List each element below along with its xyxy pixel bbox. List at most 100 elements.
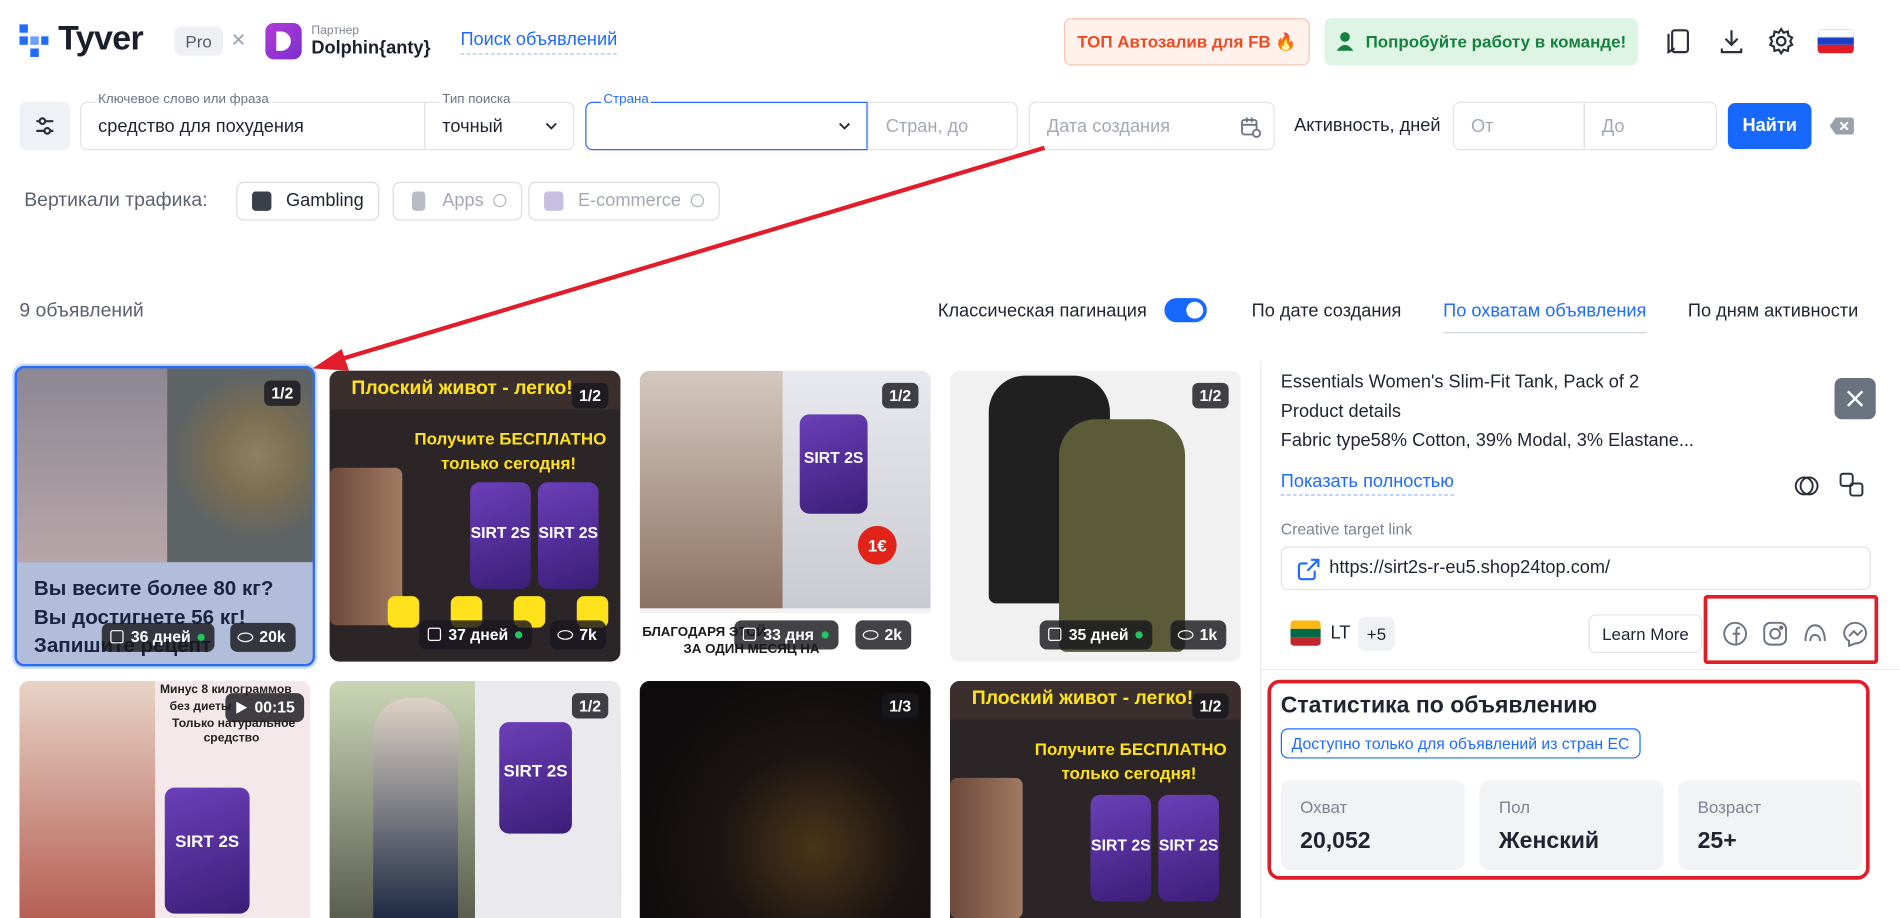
promo-fb-button[interactable]: ТОП Автозалив для FB 🔥 <box>1063 18 1310 66</box>
show-full-link[interactable]: Показать полностью <box>1280 471 1454 496</box>
ad-headline: Получите БЕСПЛАТНО <box>414 428 607 449</box>
product-can: SIRT 2S <box>799 414 868 514</box>
vertical-chip-gambling[interactable]: Gambling <box>236 181 380 221</box>
days-value: 37 дней <box>448 625 509 644</box>
views-badge: 1k <box>1170 620 1227 650</box>
logo-text[interactable]: Tyver <box>58 19 144 58</box>
chevron-down-icon <box>839 122 851 130</box>
vertical-chip-ecommerce[interactable]: E-commerce <box>528 181 720 221</box>
settings-icon[interactable] <box>1765 25 1797 57</box>
slide-ratio-badge: 1/2 <box>571 382 609 409</box>
try-team-button[interactable]: Попробуйте работу в команде! <box>1324 18 1639 66</box>
ad-card[interactable]: 1/2 35 дней 1k <box>949 370 1241 662</box>
keyword-value: средство для похудения <box>98 116 304 137</box>
bookmark-icon[interactable] <box>1664 25 1696 57</box>
search-type-value: точный <box>442 116 503 137</box>
pagination-label: Классическая пагинация <box>937 300 1147 322</box>
clear-filters-icon[interactable] <box>1828 114 1855 138</box>
filters-toggle-button[interactable] <box>19 101 71 151</box>
shopping-bag-icon <box>544 191 564 211</box>
video-duration-badge: 00:15 <box>225 693 305 723</box>
more-countries-badge[interactable]: +5 <box>1358 616 1395 651</box>
sort-by-reach[interactable]: По охватам объявления <box>1443 301 1646 322</box>
active-sort-underline <box>1443 332 1647 334</box>
views-value: 7k <box>579 625 597 644</box>
ad-subtitle: Product details <box>1280 401 1402 422</box>
ad-card[interactable]: 1/3 <box>639 680 931 918</box>
search-type-label: Тип поиска <box>439 92 513 107</box>
days-value: 35 дней <box>1068 625 1129 644</box>
sort-by-activity[interactable]: По дням активности <box>1688 301 1858 322</box>
active-days-badge: 33 дня <box>734 620 839 650</box>
ad-image-woman <box>19 680 156 918</box>
ad-card[interactable]: Плоский живот - легко! Получите БЕСПЛАТН… <box>329 370 621 662</box>
slide-ratio-badge: 1/2 <box>571 693 609 719</box>
views-badge: 20k <box>230 622 296 652</box>
ad-card[interactable]: SIRT 2S 1/2 <box>329 680 621 918</box>
download-icon[interactable] <box>1716 25 1748 57</box>
tyver-logo-icon <box>19 24 49 57</box>
views-badge: 2k <box>855 620 912 650</box>
ad-image-photo <box>16 368 168 563</box>
product-box: SIRT 2S <box>164 787 250 914</box>
country-code: LT <box>1330 622 1351 644</box>
translate-icon[interactable] <box>1838 471 1865 498</box>
close-panel-button[interactable] <box>1834 378 1876 420</box>
active-days-badge: 36 дней <box>101 622 215 652</box>
ad-headline: Плоский живот - легко! <box>971 688 1194 709</box>
phone-icon <box>411 191 426 211</box>
nav-search-ads[interactable]: Поиск объявлений <box>460 29 618 55</box>
eye-icon <box>557 630 574 640</box>
calendar-icon <box>427 627 442 641</box>
days-value: 36 дней <box>130 627 191 646</box>
copy-icon[interactable] <box>1793 473 1820 500</box>
activity-from-field[interactable]: От <box>1452 101 1585 151</box>
search-type-select[interactable]: Тип поиска точный <box>424 92 575 151</box>
country-select[interactable]: Страна <box>585 92 868 151</box>
creation-date-field[interactable]: Дата создания <box>1028 101 1275 151</box>
target-link-label: Creative target link <box>1280 519 1413 538</box>
active-days-badge: 35 дней <box>1039 620 1153 650</box>
stat-gender: Пол Женский <box>1479 780 1664 871</box>
calendar-icon <box>1241 117 1262 138</box>
language-flag-ru[interactable] <box>1817 29 1854 54</box>
find-button[interactable]: Найти <box>1727 102 1812 150</box>
panel-divider <box>1260 668 1900 671</box>
team-button-label: Попробуйте работу в команде! <box>1365 31 1627 51</box>
product-can: SIRT 2S <box>537 482 599 589</box>
activity-to-placeholder: До <box>1601 116 1625 137</box>
views-value: 1k <box>1199 625 1218 644</box>
ad-image-body <box>949 777 1023 918</box>
eu-only-badge: Доступно только для объявлений из стран … <box>1280 728 1641 759</box>
ad-card[interactable]: Минус 8 килограммов без диеты Только нат… <box>19 680 311 918</box>
keyword-field[interactable]: Ключевое слово или фраза средство для пох… <box>79 92 426 151</box>
partner-name[interactable]: Dolphin{anty} <box>311 38 430 59</box>
active-dot <box>1135 631 1144 639</box>
app-root: Tyver Pro × Партнер Dolphin{anty} Поиск … <box>0 0 1900 918</box>
ad-image-person <box>639 370 783 609</box>
slot-machine-icon <box>252 191 272 211</box>
chip-label: E-commerce <box>577 190 681 211</box>
stat-label: Возраст <box>1697 797 1762 817</box>
partner-caption: Партнер <box>311 24 360 38</box>
results-count: 9 объявлений <box>19 300 144 322</box>
stat-value: Женский <box>1498 828 1600 855</box>
countries-to-field[interactable]: Стран, до <box>867 101 1018 151</box>
product-can: SIRT 2S <box>499 722 572 834</box>
vertical-chip-apps[interactable]: Apps <box>392 181 523 221</box>
ad-card[interactable]: Плоский живот - легко! Получите БЕСПЛАТН… <box>949 680 1241 918</box>
sort-by-date[interactable]: По дате создания <box>1252 301 1402 322</box>
sliders-icon <box>36 117 54 135</box>
activity-to-field[interactable]: До <box>1583 101 1717 151</box>
slide-ratio-badge: 1/2 <box>882 382 919 409</box>
pagination-toggle[interactable] <box>1164 298 1207 323</box>
active-days-badge: 37 дней <box>419 620 533 650</box>
price-badge: 1€ <box>857 525 897 565</box>
ad-card[interactable]: Вы весите более 80 кг? Вы достигнете 56 … <box>14 365 316 667</box>
verticals-label: Вертикали трафика: <box>24 190 208 211</box>
target-link-field[interactable]: https://sirt2s-r-eu5.shop24top.com/ <box>1280 546 1871 591</box>
ad-headline: без диеты <box>169 700 232 714</box>
ad-headline: Получите БЕСПЛАТНО <box>1034 739 1227 759</box>
ad-card[interactable]: SIRT 2S 1€ БЛАГОДАРЯ ЭТОЙ ЗА ОДИН МЕСЯЦ … <box>639 370 931 662</box>
active-dot <box>197 633 206 641</box>
